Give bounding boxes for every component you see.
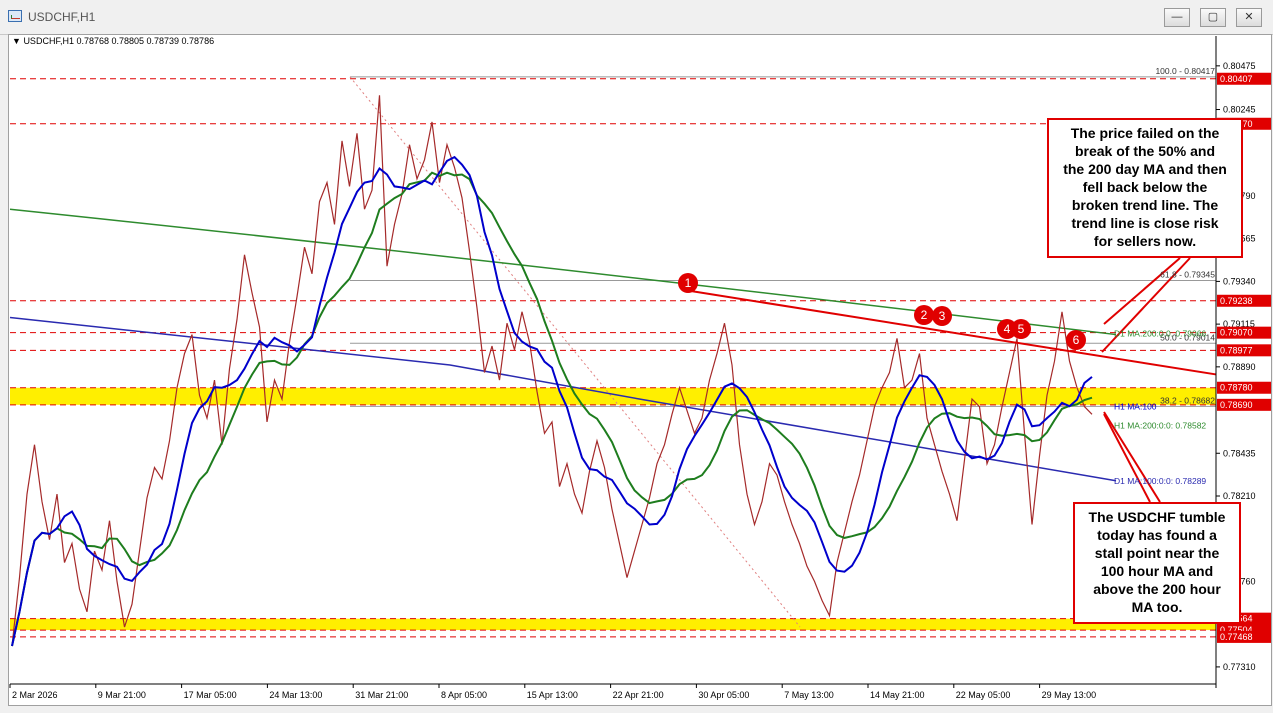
fib-label: 61.8 - 0.79345 xyxy=(1160,269,1215,279)
x-tick-label: 14 May 21:00 xyxy=(870,690,925,700)
y-tick-label: 0.78210 xyxy=(1223,491,1256,501)
annotation-top-line: The price failed on the xyxy=(1070,125,1220,141)
x-tick-label: 9 Mar 21:00 xyxy=(98,690,146,700)
x-tick-label: 29 May 13:00 xyxy=(1042,690,1097,700)
price-level-label: 0.77468 xyxy=(1220,632,1253,642)
ma-label: D1 MA:100:0:0: 0.78289 xyxy=(1114,476,1206,486)
annotation-bottom-line: stall point near the xyxy=(1094,545,1220,561)
annotation-top-line: trend line is close risk xyxy=(1071,215,1219,231)
y-tick-label: 0.80475 xyxy=(1223,61,1256,71)
x-tick-label: 17 Mar 05:00 xyxy=(184,690,237,700)
price-level-label: 0.78690 xyxy=(1220,400,1253,410)
y-tick-label: 0.78435 xyxy=(1223,448,1256,458)
y-tick-label: 0.80245 xyxy=(1223,105,1256,115)
marker-number: 1 xyxy=(685,276,692,290)
x-tick-label: 7 May 13:00 xyxy=(784,690,834,700)
annotation-bottom: The USDCHF tumble today has found a stal… xyxy=(1073,502,1241,624)
fib-diagonal xyxy=(349,76,801,628)
ma-label: D1 MA:200:0:0: 0.79066 xyxy=(1114,328,1206,338)
annotation-bottom-line: 100 hour MA and xyxy=(1100,563,1214,579)
y-tick-label: 0.78890 xyxy=(1223,362,1256,372)
support-zone xyxy=(10,387,1216,405)
fib-label: 38.2 - 0.78682 xyxy=(1160,395,1215,405)
annotation-bottom-line: The USDCHF tumble xyxy=(1088,509,1226,525)
ma-label: H1 MA:100 xyxy=(1114,401,1157,411)
ma-label: H1 MA:200:0:0: 0.78582 xyxy=(1114,420,1206,430)
x-tick-label: 8 Apr 05:00 xyxy=(441,690,487,700)
marker-number: 4 xyxy=(1004,322,1011,336)
annotation-bottom-line: above the 200 hour xyxy=(1093,581,1221,597)
support-zone xyxy=(10,618,1216,631)
symbol-quote: USDCHF,H1 0.78768 0.78805 0.78739 0.7878… xyxy=(23,36,215,46)
x-tick-label: 30 Apr 05:00 xyxy=(698,690,749,700)
annotation-top-line: the 200 day MA and then xyxy=(1063,161,1227,177)
marker-number: 5 xyxy=(1018,322,1025,336)
annotation-top-line: break of the 50% and xyxy=(1074,143,1216,159)
annotation-bottom-line: today has found a xyxy=(1097,527,1217,543)
annotation-top-line: for sellers now. xyxy=(1093,233,1197,249)
symbol-dropdown-icon[interactable]: ▼ xyxy=(12,36,21,46)
price-level-label: 0.80407 xyxy=(1220,74,1253,84)
x-tick-label: 22 May 05:00 xyxy=(956,690,1011,700)
y-tick-label: 0.77310 xyxy=(1223,662,1256,672)
marker-number: 6 xyxy=(1073,333,1080,347)
marker-number: 3 xyxy=(939,309,946,323)
price-level-label: 0.79238 xyxy=(1220,296,1253,306)
price-level-label: 0.78780 xyxy=(1220,383,1253,393)
x-tick-label: 24 Mar 13:00 xyxy=(269,690,322,700)
x-tick-label: 31 Mar 21:00 xyxy=(355,690,408,700)
symbol-info: ▼ USDCHF,H1 0.78768 0.78805 0.78739 0.78… xyxy=(12,36,214,46)
x-tick-label: 15 Apr 13:00 xyxy=(527,690,578,700)
annotation-top-line: fell back below the xyxy=(1082,179,1208,195)
annotation-top-line: broken trend line. The xyxy=(1071,197,1219,213)
annotation-top: The price failed on the break of the 50%… xyxy=(1047,118,1243,258)
price-level-label: 0.79070 xyxy=(1220,328,1253,338)
price-level-label: 0.78977 xyxy=(1220,345,1253,355)
y-tick-label: 0.79340 xyxy=(1223,276,1256,286)
annotation-bottom-line: MA too. xyxy=(1131,599,1183,615)
x-tick-label: 2 Mar 2026 xyxy=(12,690,58,700)
annotation-arrow xyxy=(1103,257,1181,325)
x-tick-label: 22 Apr 21:00 xyxy=(613,690,664,700)
fib-label: 100.0 - 0.80417 xyxy=(1155,66,1215,76)
marker-number: 2 xyxy=(921,308,928,322)
